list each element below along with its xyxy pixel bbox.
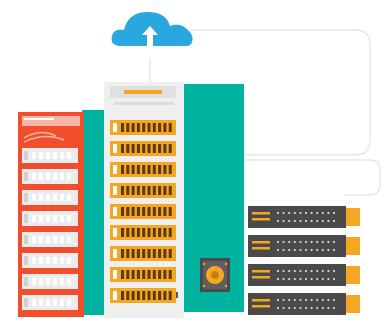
orange-drive: [110, 183, 176, 198]
cloud-upload-icon: [111, 12, 193, 48]
red-server-slot: [22, 148, 78, 163]
red-server-slot: [22, 190, 78, 205]
cooling-fan-icon: [200, 258, 230, 292]
red-server-slot: [22, 274, 78, 289]
gray-tower: [104, 82, 184, 318]
orange-drive: [110, 246, 176, 261]
rack-unit: [248, 264, 360, 286]
orange-drive: [110, 162, 176, 177]
red-server-slot: [22, 253, 78, 268]
orange-drive: [110, 120, 176, 135]
red-server-slot: [22, 169, 78, 184]
orange-drive: [110, 225, 176, 240]
rack-unit: [248, 293, 360, 315]
orange-drive: [110, 288, 176, 303]
rack-unit: [248, 206, 360, 228]
orange-drive: [110, 204, 176, 219]
red-server-slot: [22, 295, 78, 310]
orange-drive: [110, 141, 176, 156]
red-server-slot: [22, 232, 78, 247]
red-server: [18, 112, 84, 317]
rack-server: [248, 206, 360, 315]
orange-drive: [110, 267, 176, 282]
server-infrastructure-illustration: [18, 12, 381, 318]
rack-unit: [248, 235, 360, 257]
red-server-slot: [22, 211, 78, 226]
